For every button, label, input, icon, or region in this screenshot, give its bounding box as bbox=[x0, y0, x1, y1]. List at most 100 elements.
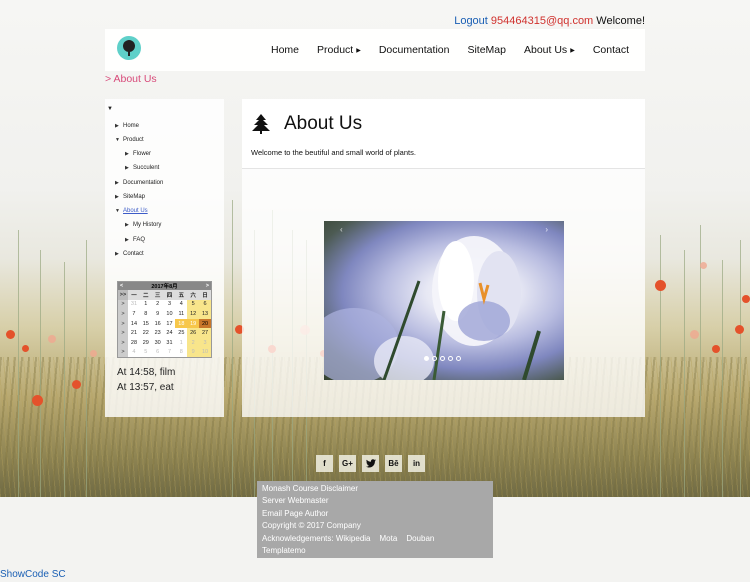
calendar-day[interactable]: 6 bbox=[199, 299, 211, 310]
calendar-day[interactable]: 16 bbox=[152, 319, 164, 329]
templatemo-link[interactable]: Templatemo bbox=[262, 546, 306, 555]
calendar-next-button[interactable]: > bbox=[206, 283, 209, 289]
caret-right-icon: ▶ bbox=[115, 194, 119, 200]
calendar-day[interactable]: 3 bbox=[164, 300, 176, 310]
calendar-day[interactable]: 4 bbox=[128, 348, 140, 358]
carousel-dot[interactable] bbox=[440, 356, 445, 361]
week-select[interactable]: > bbox=[118, 309, 129, 319]
poppy-flower bbox=[32, 395, 43, 406]
week-select[interactable]: > bbox=[118, 299, 129, 310]
calendar-day[interactable]: 23 bbox=[152, 328, 164, 338]
calendar-day[interactable]: 18 bbox=[175, 318, 188, 329]
calendar-prev-button[interactable]: < bbox=[120, 283, 123, 289]
user-email-link[interactable]: 954464315@qq.com bbox=[491, 15, 593, 27]
calendar-day[interactable]: 17 bbox=[164, 319, 176, 329]
calendar-day[interactable]: 1 bbox=[140, 300, 152, 310]
calendar-day[interactable]: 7 bbox=[164, 348, 176, 358]
calendar-day[interactable]: 1 bbox=[175, 338, 187, 348]
carousel-dot[interactable] bbox=[456, 356, 461, 361]
calendar-day-selected[interactable]: 20 bbox=[199, 318, 211, 329]
calendar-day[interactable]: 7 bbox=[128, 309, 140, 319]
left-sidebar: ▼ ▶ Home ▼ Product ▶ Flower ▶ Succulent ▶ Doc… bbox=[105, 99, 224, 417]
tree-item-product[interactable]: ▼ Product bbox=[115, 137, 144, 143]
ack-link-douban[interactable]: Douban bbox=[406, 534, 434, 543]
calendar-day[interactable]: 27 bbox=[199, 328, 211, 338]
week-select[interactable]: > bbox=[118, 318, 129, 329]
calendar-day[interactable]: 13 bbox=[199, 309, 211, 319]
webmaster-link[interactable]: Server Webmaster bbox=[262, 496, 329, 505]
calendar-day[interactable]: 8 bbox=[140, 309, 152, 319]
calendar-day[interactable]: 8 bbox=[175, 348, 187, 358]
tree-item-flower[interactable]: ▶ Flower bbox=[125, 151, 151, 157]
calendar-day[interactable]: 31 bbox=[128, 300, 140, 310]
tree-item-contact[interactable]: ▶ Contact bbox=[115, 251, 144, 257]
calendar-day[interactable]: 9 bbox=[187, 347, 200, 358]
google-plus-icon[interactable]: G+ bbox=[339, 455, 356, 472]
calendar-day[interactable]: 9 bbox=[152, 309, 164, 319]
calendar-day[interactable]: 10 bbox=[164, 309, 176, 319]
calendar-day[interactable]: 28 bbox=[128, 338, 140, 348]
calendar-day[interactable]: 30 bbox=[152, 338, 164, 348]
ack-link-wikipedia[interactable]: Wikipedia bbox=[336, 534, 371, 543]
calendar-day[interactable]: 5 bbox=[187, 299, 200, 310]
calendar-corner[interactable]: >> bbox=[118, 290, 129, 300]
nav-sitemap[interactable]: SiteMap bbox=[467, 44, 506, 56]
showcode-link[interactable]: ShowCode SC bbox=[0, 569, 66, 580]
calendar-day[interactable]: 2 bbox=[187, 337, 200, 348]
calendar-day[interactable]: 12 bbox=[187, 309, 200, 319]
disclaimer-link[interactable]: Monash Course Disclaimer bbox=[262, 484, 358, 493]
carousel-dot[interactable] bbox=[424, 356, 429, 361]
tree-item-faq[interactable]: ▶ FAQ bbox=[125, 237, 145, 243]
calendar-day[interactable]: 3 bbox=[199, 337, 211, 348]
calendar-day[interactable]: 4 bbox=[175, 300, 187, 310]
nav-about-us[interactable]: About Us ▶ bbox=[524, 44, 575, 56]
calendar-day[interactable]: 6 bbox=[152, 348, 164, 358]
calendar-day[interactable]: 21 bbox=[128, 328, 140, 338]
ack-link-mota[interactable]: Mota bbox=[380, 534, 398, 543]
tree-item-sitemap[interactable]: ▶ SiteMap bbox=[115, 194, 145, 200]
tree-root-caret-icon[interactable]: ▼ bbox=[107, 106, 113, 112]
caret-down-icon: ▼ bbox=[115, 208, 120, 214]
flower-stem bbox=[18, 230, 19, 497]
nav-product[interactable]: Product ▶ bbox=[317, 44, 361, 56]
image-carousel[interactable]: ‹ › bbox=[324, 221, 564, 380]
carousel-dot[interactable] bbox=[432, 356, 437, 361]
tree-item-my-history[interactable]: ▶ My History bbox=[125, 222, 161, 228]
behance-icon[interactable]: Bē bbox=[385, 455, 402, 472]
nav-contact[interactable]: Contact bbox=[593, 44, 629, 56]
linkedin-icon[interactable]: in bbox=[408, 455, 425, 472]
email-author-link[interactable]: Email Page Author bbox=[262, 509, 328, 518]
site-logo[interactable] bbox=[117, 36, 141, 60]
calendar-day[interactable]: 24 bbox=[164, 328, 176, 338]
calendar-day[interactable]: 14 bbox=[128, 319, 140, 329]
tree-item-succulent[interactable]: ▶ Succulent bbox=[125, 165, 159, 171]
calendar-day[interactable]: 11 bbox=[175, 309, 187, 319]
carousel-dot[interactable] bbox=[448, 356, 453, 361]
week-select[interactable]: > bbox=[118, 347, 129, 358]
calendar-title: 2017年8月 bbox=[151, 284, 178, 290]
calendar-day[interactable]: 31 bbox=[164, 338, 176, 348]
calendar-day[interactable]: 10 bbox=[199, 347, 211, 358]
nav-home[interactable]: Home bbox=[271, 44, 299, 56]
twitter-icon[interactable] bbox=[362, 455, 379, 472]
calendar-day[interactable]: 25 bbox=[175, 328, 187, 338]
nav-documentation[interactable]: Documentation bbox=[379, 44, 450, 56]
calendar-day[interactable]: 15 bbox=[140, 319, 152, 329]
breadcrumb: > About Us bbox=[105, 73, 157, 85]
facebook-icon[interactable]: f bbox=[316, 455, 333, 472]
calendar-day[interactable]: 5 bbox=[140, 348, 152, 358]
tree-item-home[interactable]: ▶ Home bbox=[115, 123, 139, 129]
week-select[interactable]: > bbox=[118, 337, 129, 348]
logout-link[interactable]: Logout bbox=[454, 15, 488, 27]
tree-item-documentation[interactable]: ▶ Documentation bbox=[115, 180, 163, 186]
calendar-day[interactable]: 29 bbox=[140, 338, 152, 348]
ack-label: Acknowledgements: bbox=[262, 533, 334, 543]
tree-item-about-us[interactable]: ▼ About Us bbox=[115, 208, 148, 214]
calendar-day[interactable]: 26 bbox=[187, 328, 200, 338]
week-select[interactable]: > bbox=[118, 328, 129, 338]
carousel-prev-arrow[interactable]: ‹ bbox=[340, 225, 343, 234]
carousel-next-arrow[interactable]: › bbox=[545, 225, 548, 234]
calendar-day[interactable]: 2 bbox=[152, 300, 164, 310]
calendar-day[interactable]: 22 bbox=[140, 328, 152, 338]
calendar-day[interactable]: 19 bbox=[187, 318, 200, 329]
